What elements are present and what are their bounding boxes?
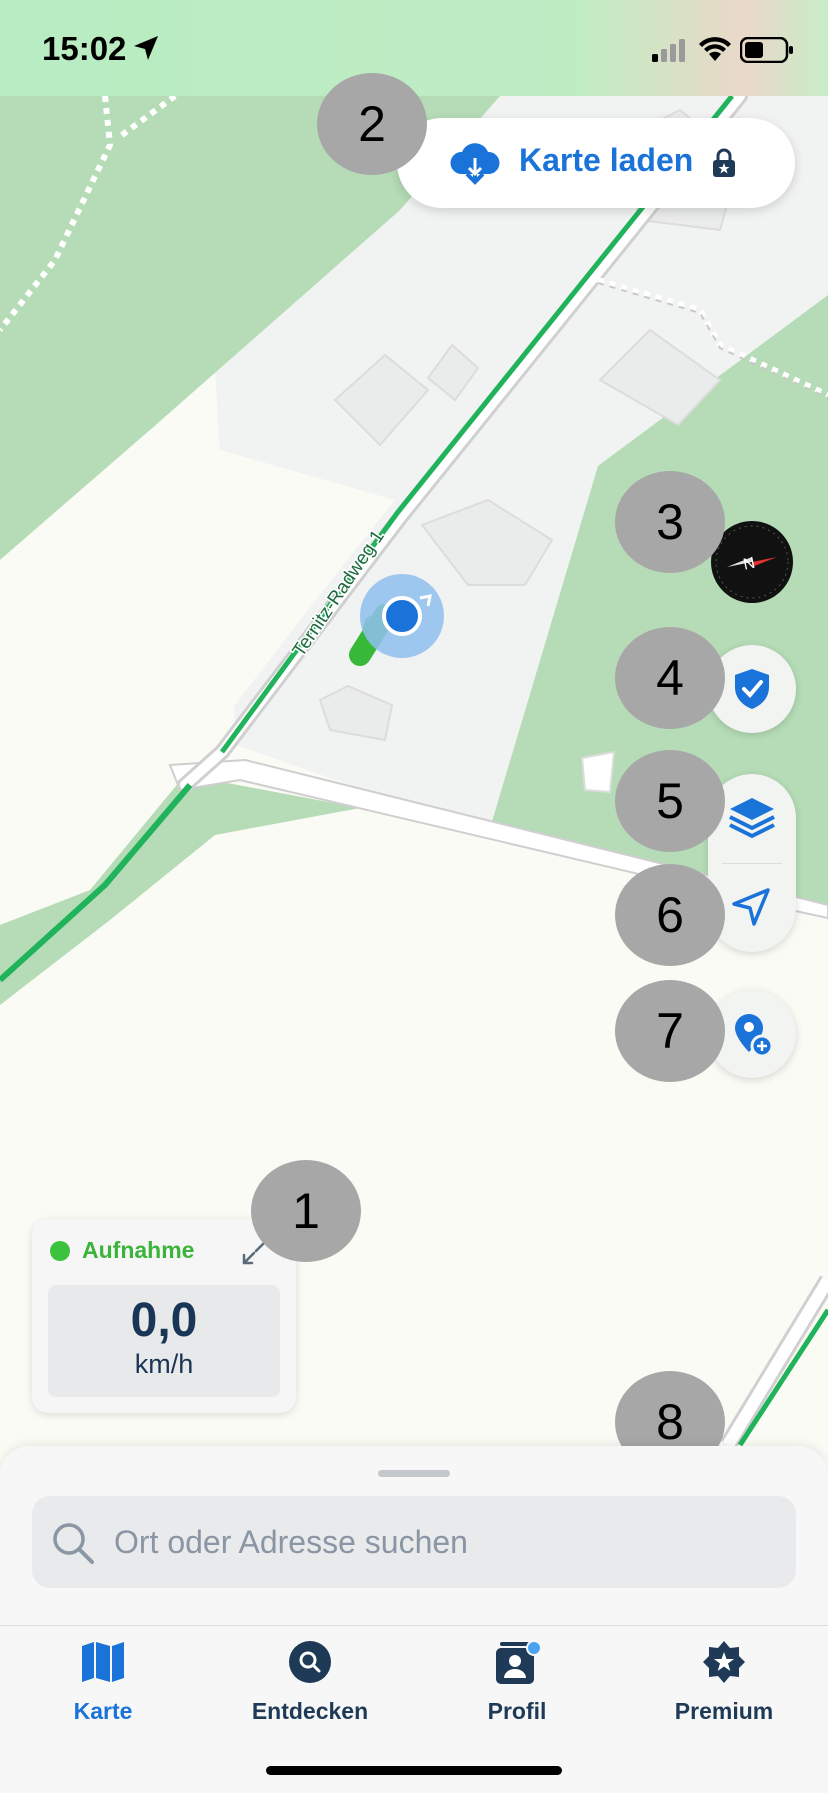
tab-karte-label: Karte	[73, 1698, 133, 1724]
cellular-signal-icon	[652, 39, 685, 62]
annotation-marker-5: 5	[615, 750, 725, 852]
tab-karte[interactable]: Karte	[8, 1640, 198, 1740]
discover-search-icon	[289, 1641, 331, 1683]
tab-profil-label: Profil	[487, 1698, 547, 1724]
status-time: 15:02	[42, 30, 127, 67]
tab-entdecken-label: Entdecken	[251, 1698, 369, 1724]
status-bar: 15:02	[0, 0, 828, 96]
battery-icon	[740, 37, 793, 63]
load-map-button[interactable]: Karte laden	[397, 118, 795, 208]
annotation-marker-6: 6	[615, 864, 725, 966]
annotation-marker-4: 4	[615, 627, 725, 729]
load-map-label: Karte laden	[519, 142, 694, 178]
wifi-icon	[699, 37, 731, 61]
speed-value: 0,0	[130, 1294, 198, 1347]
annotation-marker-1: 1	[251, 1160, 361, 1262]
recording-label: Aufnahme	[82, 1237, 195, 1263]
home-indicator	[266, 1766, 562, 1775]
layers-icon[interactable]	[728, 794, 776, 842]
annotation-marker-2: 2	[317, 73, 427, 175]
lock-icon	[713, 148, 735, 177]
add-location-pin-icon	[735, 1014, 774, 1058]
profile-icon	[496, 1640, 542, 1684]
location-services-icon	[134, 36, 158, 60]
svg-text:N: N	[742, 555, 757, 574]
location-arrow-icon[interactable]	[730, 886, 772, 928]
speed-unit: km/h	[134, 1349, 194, 1379]
search-input[interactable]	[112, 1518, 776, 1566]
shield-check-icon	[735, 669, 769, 709]
bottom-sheet[interactable]	[0, 1446, 828, 1626]
cloud-download-icon	[450, 143, 500, 185]
annotation-marker-7: 7	[615, 980, 725, 1082]
map-icon	[82, 1642, 124, 1682]
controls-divider	[722, 863, 782, 864]
tab-premium[interactable]: Premium	[629, 1640, 819, 1740]
tab-entdecken[interactable]: Entdecken	[215, 1640, 405, 1740]
speed-display: 0,0 km/h	[48, 1285, 280, 1397]
current-location-dot	[382, 596, 422, 636]
recording-widget[interactable]: Aufnahme 0,0 km/h	[32, 1219, 296, 1413]
search-bar[interactable]	[32, 1496, 796, 1588]
tab-profil[interactable]: Profil	[422, 1640, 612, 1740]
premium-star-icon	[703, 1641, 745, 1683]
search-icon	[53, 1523, 94, 1564]
tab-premium-label: Premium	[674, 1698, 774, 1724]
annotation-marker-3: 3	[615, 471, 725, 573]
sheet-grabber[interactable]	[378, 1470, 450, 1477]
recording-indicator	[50, 1241, 70, 1261]
